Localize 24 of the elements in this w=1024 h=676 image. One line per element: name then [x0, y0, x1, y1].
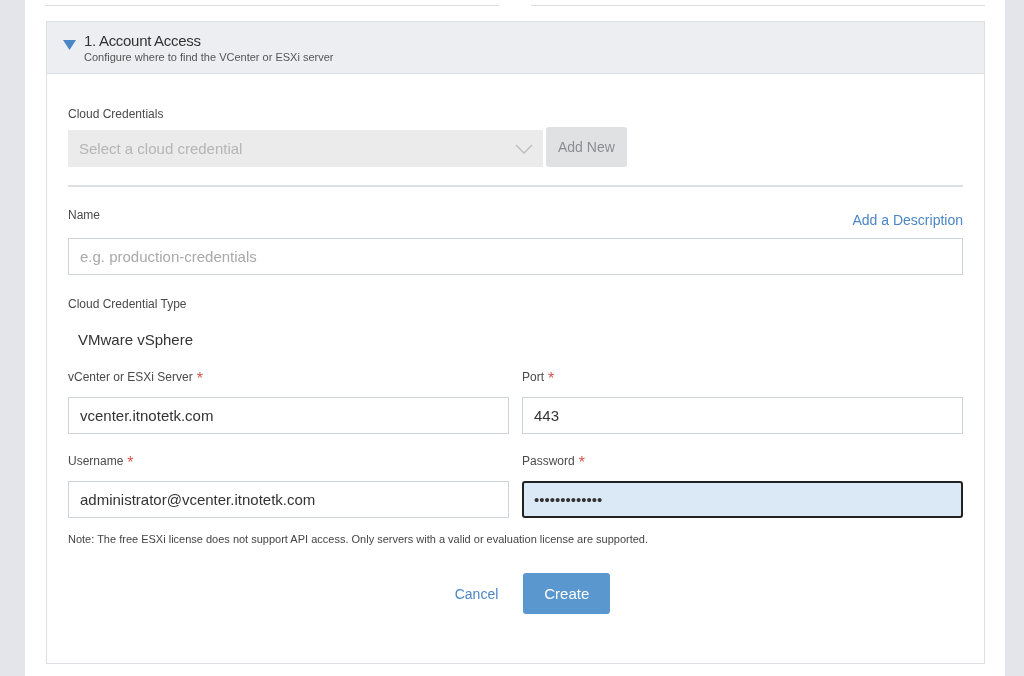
field-label: Port	[522, 370, 544, 384]
text-field[interactable]: 443	[522, 397, 963, 434]
credential-type-value: VMware vSphere	[78, 331, 194, 348]
name-field[interactable]: e.g. production-credentials	[68, 238, 963, 275]
required-mark: *	[548, 370, 555, 388]
field-label: Name	[68, 208, 100, 222]
field-label: Cloud Credential Type	[68, 297, 187, 311]
required-mark: *	[578, 454, 585, 472]
field-label: vCenter or ESXi Server	[68, 370, 193, 384]
add-description-link[interactable]: Add a Description	[852, 212, 963, 228]
section-subtitle: Configure where to find the VCenter or ESXi server	[84, 51, 334, 63]
text-field[interactable]: vcenter.itnotetk.com	[68, 397, 509, 434]
section-header[interactable]: 1. Account Access Configure where to find the VCenter or ESXi server	[47, 22, 984, 74]
required-mark: *	[196, 370, 203, 388]
field-label: Password	[522, 454, 575, 468]
field-label: Username	[68, 454, 124, 468]
required-mark: *	[127, 454, 134, 472]
section-title: 1. Account Access	[84, 32, 202, 49]
cancel-link[interactable]: Cancel	[454, 585, 499, 602]
text-field[interactable]: •••••••••••••	[522, 481, 963, 518]
text-field[interactable]: administrator@vcenter.itnotetk.com	[68, 481, 509, 518]
chevron-down-icon	[515, 143, 533, 154]
field-label: Cloud Credentials	[68, 107, 164, 121]
note-text: Note: The free ESXi license does not support API access. Only servers with a valid or evaluation license are supported.	[68, 533, 649, 545]
